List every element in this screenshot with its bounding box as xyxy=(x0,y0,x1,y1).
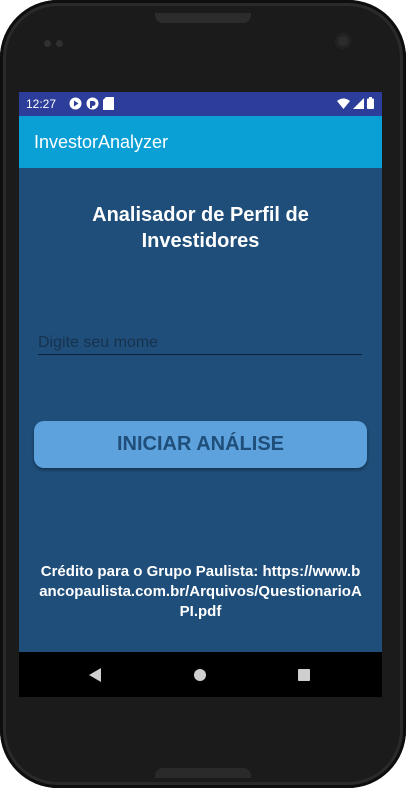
sync-icon xyxy=(86,97,99,110)
battery-icon xyxy=(367,97,374,109)
app-bar: InvestorAnalyzer xyxy=(19,116,382,168)
sensor-dot xyxy=(56,40,63,47)
status-time: 12:27 xyxy=(26,97,57,111)
navigation-bar xyxy=(19,652,382,697)
page-title: Analisador de Perfil de Investidores xyxy=(92,204,309,252)
screen: 12:27 InvestorAnalyzer Analisador de Per… xyxy=(19,92,382,697)
bottom-speaker xyxy=(155,768,251,778)
top-speaker xyxy=(155,13,251,23)
recents-icon[interactable] xyxy=(298,669,310,681)
back-icon[interactable] xyxy=(89,668,101,682)
front-camera xyxy=(335,33,351,49)
start-analysis-button[interactable]: INICIAR ANÁLISE xyxy=(34,421,367,468)
credit-text: Crédito para o Grupo Paulista: https://w… xyxy=(39,563,362,620)
name-input[interactable] xyxy=(38,332,362,355)
status-bar: 12:27 xyxy=(19,92,382,116)
app-title: InvestorAnalyzer xyxy=(34,132,169,152)
home-icon[interactable] xyxy=(194,669,206,681)
sensor-dot xyxy=(44,40,51,47)
sd-card-icon xyxy=(103,97,114,110)
signal-icon xyxy=(353,97,364,109)
wifi-icon xyxy=(337,98,350,109)
play-protect-icon xyxy=(69,97,82,110)
phone-frame: 12:27 InvestorAnalyzer Analisador de Per… xyxy=(0,0,406,788)
